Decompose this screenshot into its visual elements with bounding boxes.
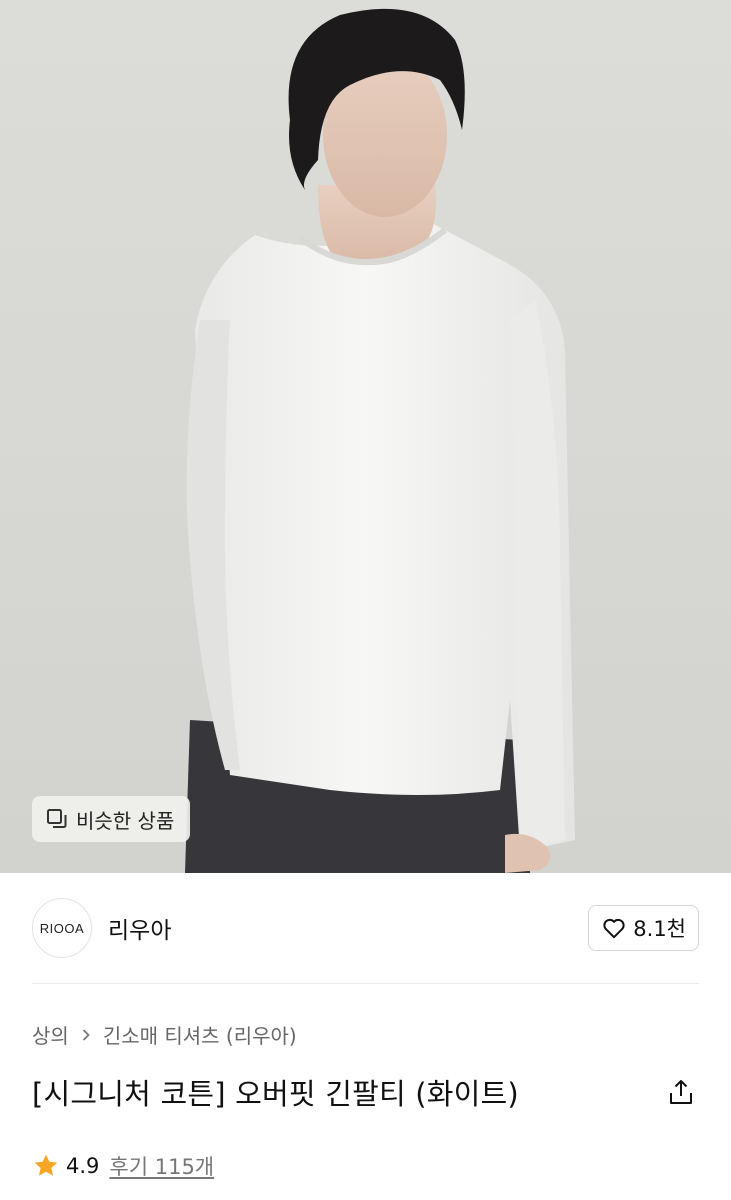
breadcrumb-category[interactable]: 상의 bbox=[32, 1020, 69, 1049]
star-icon bbox=[32, 1152, 60, 1180]
product-image[interactable]: 비슷한 상품 bbox=[0, 0, 731, 873]
copy-squares-icon bbox=[46, 808, 68, 830]
like-count: 8.1천 bbox=[633, 917, 686, 941]
similar-products-label: 비슷한 상품 bbox=[76, 808, 175, 833]
divider bbox=[32, 983, 699, 984]
brand-name[interactable]: 리우아 bbox=[108, 911, 171, 945]
product-title: [시그니처 코튼] 오버핏 긴팔티 (화이트) bbox=[32, 1077, 519, 1111]
share-button[interactable] bbox=[663, 1074, 699, 1110]
heart-outline-icon bbox=[601, 915, 627, 941]
chevron-right-icon bbox=[79, 1028, 93, 1042]
share-upload-icon bbox=[670, 1080, 692, 1104]
title-row: [시그니처 코튼] 오버핏 긴팔티 (화이트) bbox=[0, 1071, 731, 1113]
brand-row: RIOOA 리우아 8.1천 bbox=[0, 873, 731, 983]
like-button[interactable]: 8.1천 bbox=[588, 905, 699, 951]
brand-logo[interactable]: RIOOA bbox=[32, 898, 92, 958]
similar-products-button[interactable]: 비슷한 상품 bbox=[32, 796, 191, 842]
review-count-link[interactable]: 후기 115개 bbox=[109, 1151, 214, 1181]
breadcrumb: 상의 긴소매 티셔츠 (리우아) bbox=[0, 1020, 731, 1049]
rating-row: 4.9 후기 115개 bbox=[0, 1151, 731, 1181]
model-photo bbox=[185, 8, 575, 873]
rating-value: 4.9 bbox=[66, 1154, 100, 1178]
breadcrumb-subcategory[interactable]: 긴소매 티셔츠 (리우아) bbox=[103, 1020, 297, 1049]
